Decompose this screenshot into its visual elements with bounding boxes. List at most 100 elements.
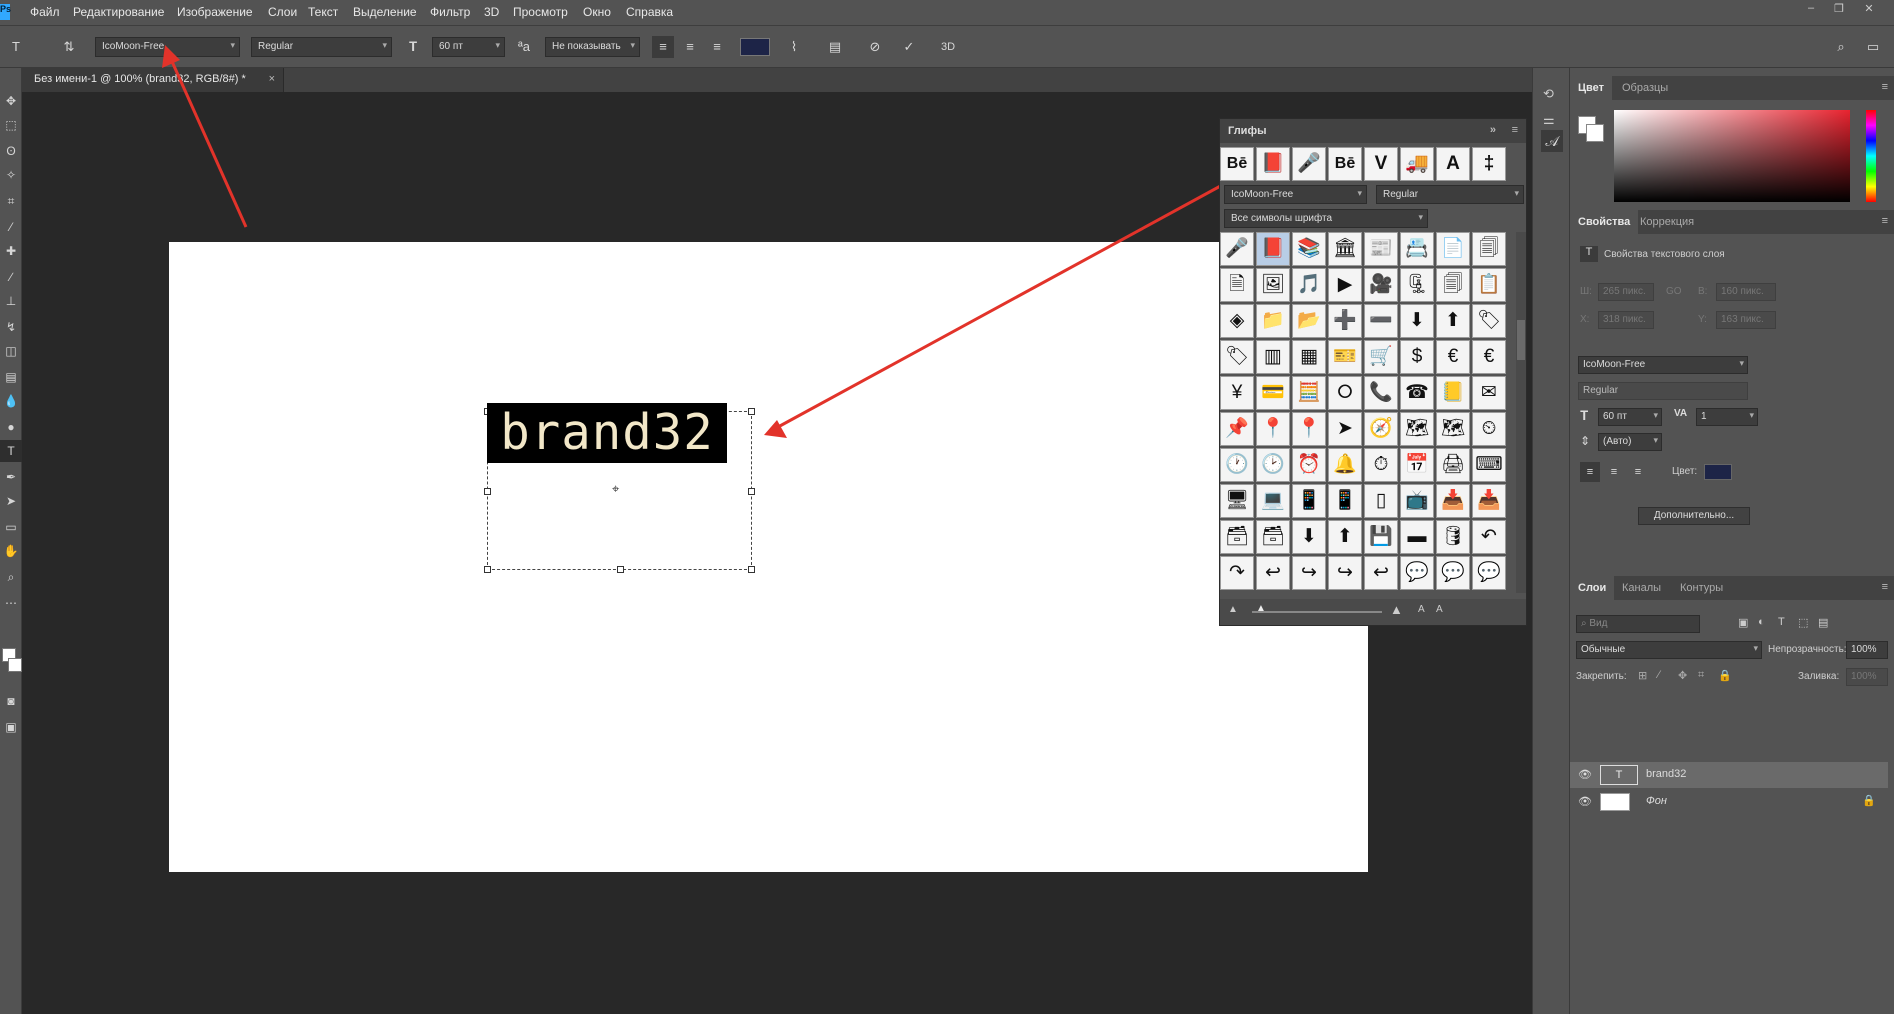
glyph-cell[interactable]: 🖥	[1220, 484, 1254, 518]
prop-font-size-select[interactable]: 60 пт ▾	[1598, 408, 1662, 426]
stamp-tool-icon[interactable]: ⊥	[0, 290, 22, 312]
workspace-icon[interactable]: ▭	[1862, 36, 1884, 58]
visibility-eye-icon[interactable]: 👁	[1578, 795, 1592, 809]
recent-glyph[interactable]: 📕	[1256, 147, 1290, 181]
glyph-cell[interactable]: ✉	[1472, 376, 1506, 410]
document-tab[interactable]: Без имени-1 @ 100% (brand32, RGB/8#) * ×	[22, 68, 284, 92]
transform-handle[interactable]	[617, 566, 624, 573]
filter-adjust-icon[interactable]: ◐	[1758, 616, 1765, 628]
menu-layers[interactable]: Слои	[268, 5, 297, 19]
panel-menu-icon[interactable]: ≡	[1882, 81, 1888, 93]
glyph-cell[interactable]: 🎵	[1292, 268, 1326, 302]
glyph-cell[interactable]: ◈	[1220, 304, 1254, 338]
recent-glyph[interactable]: Bē	[1220, 147, 1254, 181]
history-brush-icon[interactable]: ↯	[0, 316, 22, 338]
crop-tool-icon[interactable]: ⌗	[0, 190, 22, 212]
tab-paths[interactable]: Контуры	[1672, 576, 1731, 600]
glyph-cell[interactable]: 📌	[1220, 412, 1254, 446]
glyph-cell[interactable]: €	[1472, 340, 1506, 374]
shape-tool-icon[interactable]: ▭	[0, 516, 22, 538]
document-canvas[interactable]	[169, 242, 1368, 872]
glyph-cell[interactable]: ¥	[1220, 376, 1254, 410]
recent-glyph[interactable]: ‡	[1472, 147, 1506, 181]
x-field[interactable]: 318 пикс.	[1598, 311, 1654, 329]
menu-file[interactable]: Файл	[30, 5, 60, 19]
layer-name[interactable]: brand32	[1646, 768, 1686, 780]
character-panel-icon[interactable]: ▤	[824, 36, 846, 58]
panel-menu-icon[interactable]: ≡	[1512, 124, 1518, 136]
lock-artboard-icon[interactable]: ⌗	[1698, 669, 1704, 682]
transform-handle[interactable]	[748, 408, 755, 415]
glyph-cell[interactable]: 📂	[1292, 304, 1326, 338]
glyph-cell[interactable]: 🗜	[1400, 268, 1434, 302]
align-center-icon[interactable]: ≡	[679, 36, 701, 58]
glyph-cell[interactable]: 📅	[1400, 448, 1434, 482]
glyph-cell[interactable]: ▯	[1364, 484, 1398, 518]
font-size-select[interactable]: 60 пт ▾	[432, 37, 505, 57]
history-panel-icon[interactable]: ⟲	[1543, 86, 1554, 102]
panel-menu-icon[interactable]: ≡	[1882, 581, 1888, 593]
glyph-cell[interactable]: 💻	[1256, 484, 1290, 518]
layer-name[interactable]: Фон	[1646, 795, 1667, 807]
more-options-button[interactable]: Дополнительно...	[1638, 507, 1750, 525]
zoom-slider-thumb[interactable]: ▲	[1256, 603, 1266, 614]
glyph-cell[interactable]: 📥	[1472, 484, 1506, 518]
glyph-cell[interactable]: 📒	[1436, 376, 1470, 410]
glyph-cell[interactable]: 🎤	[1220, 232, 1254, 266]
adjust-panel-icon[interactable]: ⚌	[1543, 112, 1555, 128]
glyph-cell[interactable]: 🏛	[1328, 232, 1362, 266]
color-field[interactable]	[1614, 110, 1850, 202]
menu-select[interactable]: Выделение	[353, 5, 417, 19]
hue-slider[interactable]	[1866, 110, 1876, 202]
glyph-cell[interactable]: 🗃	[1220, 520, 1254, 554]
commit-check-icon[interactable]: ✓	[898, 36, 920, 58]
glyph-cell[interactable]: ↪	[1292, 556, 1326, 590]
glyph-cell[interactable]: $	[1400, 340, 1434, 374]
restore-icon[interactable]: ❐	[1828, 2, 1850, 18]
glyph-font-style-select[interactable]: Regular ▾	[1376, 185, 1524, 204]
transform-handle[interactable]	[484, 488, 491, 495]
zoom-slider[interactable]	[1252, 611, 1382, 613]
lock-all-icon[interactable]: 🔒	[1718, 669, 1732, 682]
glyph-cell[interactable]: 🧭	[1364, 412, 1398, 446]
glyph-cell[interactable]: 🎫	[1328, 340, 1362, 374]
transform-handle[interactable]	[484, 566, 491, 573]
gradient-icon[interactable]: ▤	[0, 366, 22, 388]
glyph-cell[interactable]: ⬇	[1400, 304, 1434, 338]
glyph-cell[interactable]: ▬	[1400, 520, 1434, 554]
blend-mode-select[interactable]: Обычные ▾	[1576, 641, 1762, 659]
marquee-tool-icon[interactable]: ⬚	[0, 114, 22, 136]
filter-shape-icon[interactable]: ⬚	[1798, 616, 1808, 629]
glyph-cell[interactable]: 🛢	[1436, 520, 1470, 554]
align-left-icon[interactable]: ≡	[652, 36, 674, 58]
glyph-cell[interactable]: 📕	[1256, 232, 1290, 266]
menu-image[interactable]: Изображение	[177, 5, 253, 19]
glyph-cell[interactable]: 💬	[1400, 556, 1434, 590]
healing-brush-icon[interactable]: ✚	[0, 240, 22, 262]
bg-color-swatch[interactable]	[1586, 124, 1604, 142]
cancel-icon[interactable]: ⊘	[864, 36, 886, 58]
glyph-cell[interactable]: ➖	[1364, 304, 1398, 338]
recent-glyph[interactable]: 🎤	[1292, 147, 1326, 181]
background-color[interactable]	[8, 658, 22, 672]
tab-swatches[interactable]: Образцы	[1614, 76, 1676, 100]
recent-glyph[interactable]: V	[1364, 147, 1398, 181]
glyph-font-family-select[interactable]: IcoMoon-Free ▾	[1224, 185, 1367, 204]
glyph-cell[interactable]: 📚	[1292, 232, 1326, 266]
glyph-cell[interactable]: 🗎	[1220, 268, 1254, 302]
glyph-cell[interactable]: ▶	[1328, 268, 1362, 302]
brush-tool-icon[interactable]: ∕	[0, 266, 22, 288]
glyph-smaller-icon[interactable]: A	[1418, 604, 1425, 615]
glyph-cell[interactable]: 🗐	[1472, 232, 1506, 266]
minimize-icon[interactable]: –	[1800, 2, 1822, 18]
menu-help[interactable]: Справка	[626, 5, 673, 19]
glyph-cell[interactable]: ➤	[1328, 412, 1362, 446]
align-right-icon[interactable]: ≡	[706, 36, 728, 58]
panel-menu-icon[interactable]: ≡	[1882, 215, 1888, 227]
warp-text-icon[interactable]: ⌇	[783, 36, 805, 58]
glyph-cell[interactable]: 📇	[1400, 232, 1434, 266]
glyph-cell[interactable]: 📍	[1256, 412, 1290, 446]
glyph-cell[interactable]: 💬	[1436, 556, 1470, 590]
align-left-icon[interactable]: ≡	[1580, 462, 1600, 482]
height-field[interactable]: 160 пикс.	[1716, 283, 1776, 301]
